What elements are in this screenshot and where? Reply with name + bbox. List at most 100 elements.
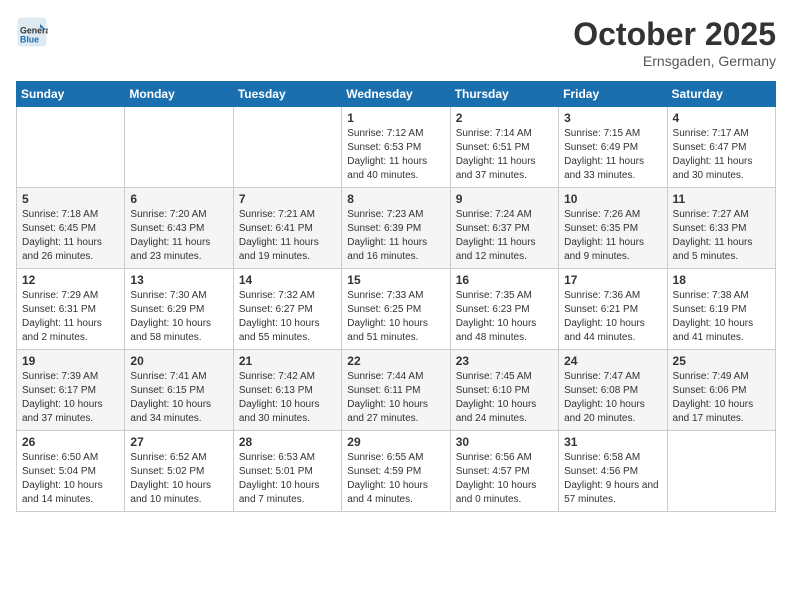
day-number: 19: [22, 354, 119, 368]
month-title: October 2025: [573, 16, 776, 53]
calendar-cell: 6 Sunrise: 7:20 AM Sunset: 6:43 PM Daylig…: [125, 188, 233, 269]
day-info: Sunrise: 7:12 AM Sunset: 6:53 PM Dayligh…: [347, 127, 444, 183]
day-number: 5: [22, 192, 119, 206]
week-row-4: 19Sunrise: 7:39 AM Sunset: 6:17 PM Dayli…: [17, 350, 776, 431]
day-number: 28: [239, 435, 336, 449]
day-info: Sunrise: 7:35 AM Sunset: 6:23 PM Dayligh…: [456, 289, 553, 345]
calendar-cell: 18Sunrise: 7:38 AM Sunset: 6:19 PM Dayli…: [667, 269, 775, 350]
calendar-cell: 28 Sunrise: 6:53 AM Sunset: 5:01 PM Dayli…: [233, 431, 341, 512]
day-info: Sunrise: 7:29 AM Sunset: 6:31 PM Dayligh…: [22, 289, 119, 345]
calendar-cell: [233, 107, 341, 188]
calendar-cell: 5Sunrise: 7:18 AM Sunset: 6:45 PM Daylig…: [17, 188, 125, 269]
day-number: 1: [347, 111, 444, 125]
day-number: 22: [347, 354, 444, 368]
week-row-3: 12 Sunrise: 7:29 AM Sunset: 6:31 PM Dayli…: [17, 269, 776, 350]
location: Ernsgaden, Germany: [573, 53, 776, 69]
day-number: 6: [130, 192, 227, 206]
day-info: Sunrise: 6:55 AM Sunset: 4:59 PM Dayligh…: [347, 451, 444, 507]
calendar-cell: 9Sunrise: 7:24 AM Sunset: 6:37 PM Daylig…: [450, 188, 558, 269]
calendar-cell: 26 Sunrise: 6:50 AM Sunset: 5:04 PM Dayli…: [17, 431, 125, 512]
day-info: Sunrise: 7:44 AM Sunset: 6:11 PM Dayligh…: [347, 370, 444, 426]
day-info: Sunrise: 7:49 AM Sunset: 6:06 PM Dayligh…: [673, 370, 770, 426]
calendar-cell: 20 Sunrise: 7:41 AM Sunset: 6:15 PM Dayli…: [125, 350, 233, 431]
day-number: 18: [673, 273, 770, 287]
weekday-header-saturday: Saturday: [667, 82, 775, 107]
calendar-cell: 16 Sunrise: 7:35 AM Sunset: 6:23 PM Dayli…: [450, 269, 558, 350]
calendar-cell: 31 Sunrise: 6:58 AM Sunset: 4:56 PM Dayli…: [559, 431, 667, 512]
calendar-cell: 29 Sunrise: 6:55 AM Sunset: 4:59 PM Dayli…: [342, 431, 450, 512]
calendar-cell: 22 Sunrise: 7:44 AM Sunset: 6:11 PM Dayli…: [342, 350, 450, 431]
day-number: 30: [456, 435, 553, 449]
calendar-cell: 15Sunrise: 7:33 AM Sunset: 6:25 PM Dayli…: [342, 269, 450, 350]
calendar-cell: 24Sunrise: 7:47 AM Sunset: 6:08 PM Dayli…: [559, 350, 667, 431]
weekday-header-monday: Monday: [125, 82, 233, 107]
day-info: Sunrise: 6:50 AM Sunset: 5:04 PM Dayligh…: [22, 451, 119, 507]
weekday-header-row: SundayMondayTuesdayWednesdayThursdayFrid…: [17, 82, 776, 107]
day-number: 7: [239, 192, 336, 206]
day-number: 8: [347, 192, 444, 206]
calendar-cell: 10Sunrise: 7:26 AM Sunset: 6:35 PM Dayli…: [559, 188, 667, 269]
calendar-cell: 2Sunrise: 7:14 AM Sunset: 6:51 PM Daylig…: [450, 107, 558, 188]
day-number: 16: [456, 273, 553, 287]
calendar-cell: 7 Sunrise: 7:21 AM Sunset: 6:41 PM Daylig…: [233, 188, 341, 269]
calendar-cell: 30 Sunrise: 6:56 AM Sunset: 4:57 PM Dayli…: [450, 431, 558, 512]
day-number: 17: [564, 273, 661, 287]
week-row-5: 26 Sunrise: 6:50 AM Sunset: 5:04 PM Dayli…: [17, 431, 776, 512]
day-number: 9: [456, 192, 553, 206]
calendar-cell: 4 Sunrise: 7:17 AM Sunset: 6:47 PM Daylig…: [667, 107, 775, 188]
calendar-cell: 1 Sunrise: 7:12 AM Sunset: 6:53 PM Daylig…: [342, 107, 450, 188]
day-number: 27: [130, 435, 227, 449]
day-number: 21: [239, 354, 336, 368]
day-number: 2: [456, 111, 553, 125]
calendar-cell: [667, 431, 775, 512]
day-info: Sunrise: 7:47 AM Sunset: 6:08 PM Dayligh…: [564, 370, 661, 426]
day-info: Sunrise: 7:42 AM Sunset: 6:13 PM Dayligh…: [239, 370, 336, 426]
day-info: Sunrise: 7:26 AM Sunset: 6:35 PM Dayligh…: [564, 208, 661, 264]
day-info: Sunrise: 6:56 AM Sunset: 4:57 PM Dayligh…: [456, 451, 553, 507]
day-number: 4: [673, 111, 770, 125]
calendar-cell: 3 Sunrise: 7:15 AM Sunset: 6:49 PM Daylig…: [559, 107, 667, 188]
calendar-cell: 12 Sunrise: 7:29 AM Sunset: 6:31 PM Dayli…: [17, 269, 125, 350]
day-number: 29: [347, 435, 444, 449]
day-info: Sunrise: 7:32 AM Sunset: 6:27 PM Dayligh…: [239, 289, 336, 345]
day-info: Sunrise: 7:30 AM Sunset: 6:29 PM Dayligh…: [130, 289, 227, 345]
calendar-cell: 17Sunrise: 7:36 AM Sunset: 6:21 PM Dayli…: [559, 269, 667, 350]
calendar-cell: 21 Sunrise: 7:42 AM Sunset: 6:13 PM Dayli…: [233, 350, 341, 431]
calendar-cell: [125, 107, 233, 188]
week-row-1: 1 Sunrise: 7:12 AM Sunset: 6:53 PM Daylig…: [17, 107, 776, 188]
calendar-cell: 8Sunrise: 7:23 AM Sunset: 6:39 PM Daylig…: [342, 188, 450, 269]
day-info: Sunrise: 7:15 AM Sunset: 6:49 PM Dayligh…: [564, 127, 661, 183]
day-number: 25: [673, 354, 770, 368]
calendar-cell: [17, 107, 125, 188]
week-row-2: 5Sunrise: 7:18 AM Sunset: 6:45 PM Daylig…: [17, 188, 776, 269]
day-number: 11: [673, 192, 770, 206]
calendar: SundayMondayTuesdayWednesdayThursdayFrid…: [16, 81, 776, 512]
day-number: 31: [564, 435, 661, 449]
weekday-header-friday: Friday: [559, 82, 667, 107]
day-info: Sunrise: 7:21 AM Sunset: 6:41 PM Dayligh…: [239, 208, 336, 264]
day-number: 20: [130, 354, 227, 368]
calendar-cell: 14Sunrise: 7:32 AM Sunset: 6:27 PM Dayli…: [233, 269, 341, 350]
day-info: Sunrise: 7:27 AM Sunset: 6:33 PM Dayligh…: [673, 208, 770, 264]
day-number: 26: [22, 435, 119, 449]
weekday-header-wednesday: Wednesday: [342, 82, 450, 107]
day-info: Sunrise: 7:20 AM Sunset: 6:43 PM Dayligh…: [130, 208, 227, 264]
calendar-cell: 11 Sunrise: 7:27 AM Sunset: 6:33 PM Dayli…: [667, 188, 775, 269]
day-number: 15: [347, 273, 444, 287]
svg-text:Blue: Blue: [20, 34, 39, 44]
day-number: 23: [456, 354, 553, 368]
calendar-cell: 23Sunrise: 7:45 AM Sunset: 6:10 PM Dayli…: [450, 350, 558, 431]
day-info: Sunrise: 6:58 AM Sunset: 4:56 PM Dayligh…: [564, 451, 661, 507]
day-info: Sunrise: 6:53 AM Sunset: 5:01 PM Dayligh…: [239, 451, 336, 507]
day-info: Sunrise: 7:41 AM Sunset: 6:15 PM Dayligh…: [130, 370, 227, 426]
calendar-cell: 19Sunrise: 7:39 AM Sunset: 6:17 PM Dayli…: [17, 350, 125, 431]
weekday-header-sunday: Sunday: [17, 82, 125, 107]
weekday-header-tuesday: Tuesday: [233, 82, 341, 107]
day-info: Sunrise: 7:17 AM Sunset: 6:47 PM Dayligh…: [673, 127, 770, 183]
day-number: 3: [564, 111, 661, 125]
weekday-header-thursday: Thursday: [450, 82, 558, 107]
day-number: 12: [22, 273, 119, 287]
calendar-cell: 13Sunrise: 7:30 AM Sunset: 6:29 PM Dayli…: [125, 269, 233, 350]
logo-icon: General Blue: [16, 16, 48, 48]
calendar-cell: 25 Sunrise: 7:49 AM Sunset: 6:06 PM Dayli…: [667, 350, 775, 431]
